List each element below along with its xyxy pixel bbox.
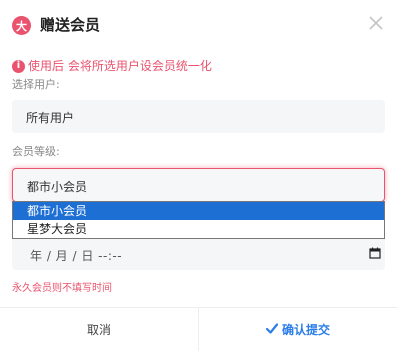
datetime-placeholder: 年 / 月 / 日 --:-- <box>30 249 123 263</box>
level-select-value: 都市小会员 <box>27 180 88 194</box>
cancel-button[interactable]: 取消 <box>0 308 198 351</box>
check-icon <box>265 322 279 337</box>
level-select[interactable]: 都市小会员 <box>12 168 385 202</box>
close-icon[interactable] <box>366 13 386 33</box>
hint-text: 永久会员则不填写时间 <box>12 283 112 294</box>
level-select-label: 会员等级: <box>12 145 60 158</box>
confirm-button-label: 确认提交 <box>281 323 330 337</box>
notice-banner: i 使用后 会将所选用户设会员统一化 <box>12 58 212 74</box>
cancel-button-label: 取消 <box>86 323 111 337</box>
user-select[interactable]: 所有用户 <box>12 100 385 133</box>
logo-badge: 大 <box>12 16 31 35</box>
expiry-datetime-input[interactable]: 年 / 月 / 日 --:-- <box>12 239 385 270</box>
user-select-label: 选择用户: <box>12 78 60 91</box>
level-dropdown-list: 都市小会员 星梦大会员 <box>12 201 385 239</box>
calendar-icon[interactable] <box>369 247 381 259</box>
logo-text: 大 <box>16 19 27 33</box>
dialog-title: 赠送会员 <box>40 16 101 34</box>
confirm-submit-button[interactable]: 确认提交 <box>199 308 397 351</box>
info-icon: i <box>12 59 25 73</box>
level-option-selected[interactable]: 都市小会员 <box>13 202 384 220</box>
notice-text: 使用后 会将所选用户设会员统一化 <box>28 59 212 73</box>
gift-membership-dialog: 大 赠送会员 i 使用后 会将所选用户设会员统一化 选择用户: 所有用户 会员等… <box>0 0 397 351</box>
level-option[interactable]: 星梦大会员 <box>13 220 384 238</box>
user-select-value: 所有用户 <box>26 111 75 125</box>
